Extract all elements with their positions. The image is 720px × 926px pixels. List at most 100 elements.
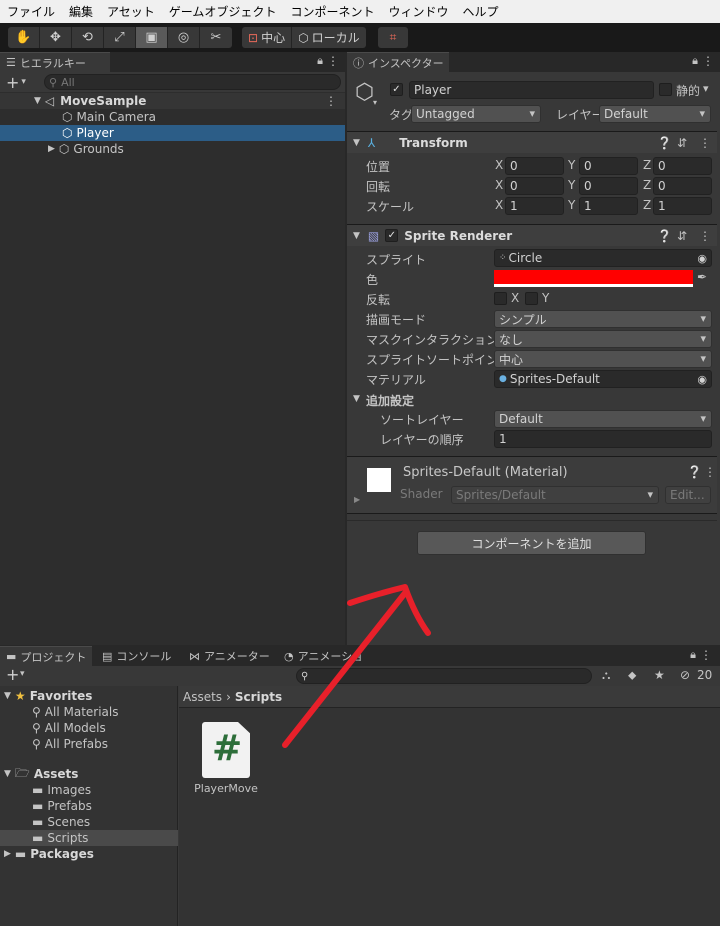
- chevron-down-icon[interactable]: ▾: [21, 77, 26, 87]
- rotation-x-field[interactable]: 0: [505, 177, 564, 195]
- flip-x-checkbox[interactable]: [494, 292, 507, 305]
- add-icon[interactable]: +: [6, 665, 19, 684]
- more-menu-icon[interactable]: ⋮: [699, 136, 711, 150]
- lock-icon[interactable]: 🔒︎: [317, 54, 323, 68]
- tag-dropdown[interactable]: Untagged: [411, 105, 541, 123]
- help-icon[interactable]: ❔: [687, 465, 702, 479]
- list-item[interactable]: ▬ Images: [0, 782, 178, 798]
- menu-file[interactable]: ファイル: [0, 3, 62, 20]
- active-checkbox[interactable]: ✓: [390, 83, 403, 96]
- breadcrumb-root[interactable]: Assets: [183, 690, 222, 704]
- move-tool-icon[interactable]: ✥: [40, 27, 72, 48]
- list-item[interactable]: ▬ Scenes: [0, 814, 178, 830]
- menu-window[interactable]: ウィンドウ: [381, 3, 455, 20]
- more-menu-icon[interactable]: ⋮: [700, 648, 712, 662]
- material-field[interactable]: ● Sprites-Default ◉: [494, 370, 712, 388]
- shader-dropdown[interactable]: Sprites/Default: [451, 486, 659, 504]
- chevron-right-icon[interactable]: ▶: [354, 495, 360, 504]
- script-asset[interactable]: # PlayerMove: [193, 722, 258, 795]
- tab-hierarchy[interactable]: ☰ ヒエラルキー: [0, 52, 110, 72]
- lock-icon[interactable]: 🔒︎: [692, 54, 698, 68]
- transform-header[interactable]: ▼ ⅄ Transform ❔ ⇵ ⋮: [347, 131, 717, 153]
- chevron-down-icon[interactable]: ▼: [353, 394, 360, 404]
- chevron-down-icon[interactable]: ▼: [4, 691, 11, 701]
- scale-y-field[interactable]: 1: [579, 197, 638, 215]
- hierarchy-search-input[interactable]: ⚲ All: [44, 74, 341, 90]
- chevron-down-icon[interactable]: ▾: [703, 82, 709, 95]
- preset-icon[interactable]: ⇵: [677, 136, 687, 150]
- chevron-right-icon[interactable]: ▶: [48, 144, 55, 154]
- list-item[interactable]: ⚲ All Models: [0, 720, 178, 736]
- list-item[interactable]: ⚲ All Materials: [0, 704, 178, 720]
- tab-inspector[interactable]: ⓘ インスペクター: [347, 52, 449, 72]
- hand-tool-icon[interactable]: ✋: [8, 27, 40, 48]
- chevron-right-icon[interactable]: ▶: [4, 849, 11, 859]
- mask-interaction-dropdown[interactable]: なし: [494, 330, 712, 348]
- rotation-z-field[interactable]: 0: [653, 177, 712, 195]
- chevron-down-icon[interactable]: ▾: [373, 98, 377, 107]
- layer-dropdown[interactable]: Default: [599, 105, 711, 123]
- more-menu-icon[interactable]: ⋮: [704, 465, 716, 479]
- more-menu-icon[interactable]: ⋮: [327, 54, 339, 68]
- custom-tool-icon[interactable]: ✂: [200, 27, 232, 48]
- list-item[interactable]: ▬ Prefabs: [0, 798, 178, 814]
- tab-project[interactable]: ▬ プロジェクト: [0, 646, 92, 666]
- sorting-layer-dropdown[interactable]: Default: [494, 410, 712, 428]
- flip-y-checkbox[interactable]: [525, 292, 538, 305]
- lock-icon[interactable]: 🔒︎: [690, 648, 696, 662]
- color-swatch[interactable]: [494, 270, 693, 287]
- scale-z-field[interactable]: 1: [653, 197, 712, 215]
- object-name-input[interactable]: Player: [409, 81, 654, 99]
- space-button[interactable]: ⬡ ローカル: [292, 27, 366, 48]
- favorites-row[interactable]: ▼ ★ Favorites: [0, 688, 178, 704]
- label-tag-icon[interactable]: ⬥: [628, 668, 636, 683]
- chevron-down-icon[interactable]: ▼: [4, 769, 11, 779]
- help-icon[interactable]: ❔: [657, 229, 672, 243]
- pivot-button[interactable]: ⊡ 中心: [242, 27, 293, 48]
- position-z-field[interactable]: 0: [653, 157, 712, 175]
- list-item[interactable]: ▶ ⬡ Grounds: [0, 141, 345, 157]
- more-menu-icon[interactable]: ⋮: [699, 229, 711, 243]
- more-menu-icon[interactable]: ⋮: [702, 54, 714, 68]
- chevron-down-icon[interactable]: ▼: [353, 231, 360, 241]
- menu-assets[interactable]: アセット: [100, 3, 162, 20]
- hidden-eye-icon[interactable]: ⊘: [680, 668, 690, 682]
- menu-edit[interactable]: 編集: [62, 3, 100, 20]
- object-picker-icon[interactable]: ◉: [697, 373, 707, 386]
- list-item-selected[interactable]: ⬡ Player: [0, 125, 345, 141]
- help-icon[interactable]: ❔: [657, 136, 672, 150]
- draw-mode-dropdown[interactable]: シンプル: [494, 310, 712, 328]
- menu-help[interactable]: ヘルプ: [455, 3, 505, 20]
- packages-row[interactable]: ▶ ▬ Packages: [0, 846, 178, 862]
- scene-row[interactable]: ▼ ◁ MoveSample ⋮: [0, 93, 345, 109]
- tab-console[interactable]: ▤ コンソール: [96, 646, 177, 666]
- menu-component[interactable]: コンポーネント: [283, 3, 381, 20]
- additional-settings-label[interactable]: 追加設定: [366, 392, 414, 409]
- star-icon[interactable]: ★: [654, 668, 665, 682]
- scale-x-field[interactable]: 1: [505, 197, 564, 215]
- static-checkbox[interactable]: [659, 83, 672, 96]
- sprite-renderer-header[interactable]: ▼ ▧ ✓ Sprite Renderer ❔ ⇵ ⋮: [347, 224, 717, 246]
- tab-animator[interactable]: ⋈ アニメーター: [183, 646, 276, 666]
- chevron-down-icon[interactable]: ▼: [353, 138, 360, 148]
- eyedropper-icon[interactable]: ✒: [697, 270, 707, 284]
- assets-row[interactable]: ▼ 🗁︎ Assets: [0, 766, 178, 782]
- shader-edit-button[interactable]: Edit...: [665, 486, 711, 504]
- sort-point-dropdown[interactable]: 中心: [494, 350, 712, 368]
- position-x-field[interactable]: 0: [505, 157, 564, 175]
- chevron-down-icon[interactable]: ▼: [34, 96, 41, 106]
- list-item-selected[interactable]: ▬ Scripts: [0, 830, 178, 846]
- add-component-button[interactable]: コンポーネントを追加: [417, 531, 646, 555]
- list-item[interactable]: ⬡ Main Camera: [0, 109, 345, 125]
- menu-gameobject[interactable]: ゲームオブジェクト: [162, 3, 284, 20]
- rotate-tool-icon[interactable]: ⟲: [72, 27, 104, 48]
- order-in-layer-field[interactable]: 1: [494, 430, 712, 448]
- list-item[interactable]: ⚲ All Prefabs: [0, 736, 178, 752]
- rotation-y-field[interactable]: 0: [579, 177, 638, 195]
- preset-icon[interactable]: ⇵: [677, 229, 687, 243]
- position-y-field[interactable]: 0: [579, 157, 638, 175]
- rect-tool-icon[interactable]: ▣: [136, 27, 168, 48]
- enabled-checkbox[interactable]: ✓: [385, 229, 399, 242]
- more-menu-icon[interactable]: ⋮: [325, 94, 337, 108]
- scale-tool-icon[interactable]: ⤢: [104, 27, 136, 48]
